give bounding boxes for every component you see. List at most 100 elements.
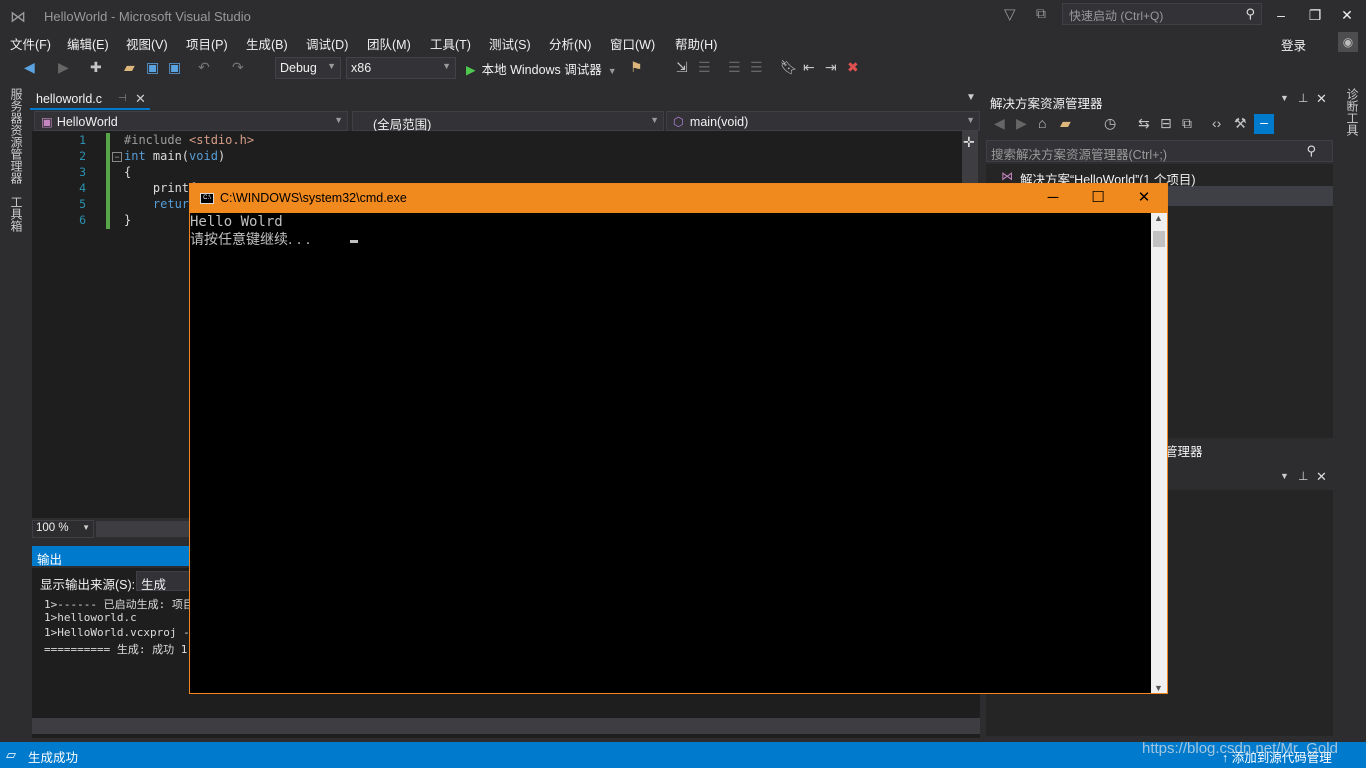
member-value: main(void) — [689, 115, 749, 129]
menu-test[interactable]: 测试(S) — [489, 34, 531, 53]
collapse-icon[interactable]: − — [112, 152, 122, 162]
save-all-icon[interactable]: ▣ — [168, 59, 181, 76]
menu-tools[interactable]: 工具(T) — [430, 34, 471, 53]
console-window[interactable]: C:\ C:\WINDOWS\system32\cmd.exe ─ ☐ ✕ He… — [189, 183, 1168, 694]
step-icon[interactable]: ⇲ — [676, 59, 688, 76]
notification-filter-icon[interactable]: ▽ — [1004, 5, 1016, 23]
forward-icon[interactable]: ▶ — [1016, 115, 1027, 132]
prev-bookmark-icon[interactable]: ⇤ — [803, 59, 815, 76]
visual-studio-logo-icon: ⋈ — [10, 9, 26, 26]
scope-select[interactable]: (全局范围) ▼ — [352, 111, 664, 132]
menu-team[interactable]: 团队(M) — [367, 34, 411, 53]
open-file-icon[interactable]: ▰ — [124, 59, 135, 76]
menu-window[interactable]: 窗口(W) — [610, 34, 655, 53]
console-output[interactable]: Hello Wolrd 请按任意键继续. . . — [190, 213, 1151, 693]
pin-icon[interactable]: ⊥ — [1298, 91, 1308, 105]
home-icon[interactable]: ⌂ — [1038, 115, 1046, 131]
output-horizontal-scrollbar[interactable] — [32, 718, 980, 734]
toolbox-tab[interactable]: 工具箱 — [8, 196, 25, 232]
status-text: 生成成功 — [28, 751, 79, 765]
console-title-bar[interactable]: C:\ C:\WINDOWS\system32\cmd.exe ─ ☐ ✕ — [190, 184, 1167, 213]
search-icon[interactable]: ⚲ — [1306, 143, 1316, 159]
properties-icon[interactable]: ⚒ — [1234, 115, 1247, 132]
start-debugging-button[interactable]: ▶ 本地 Windows 调试器 ▼ — [466, 59, 617, 78]
line-number: 5 — [79, 197, 86, 211]
undo-icon[interactable]: ↶ — [198, 59, 210, 76]
menu-build[interactable]: 生成(B) — [246, 34, 288, 53]
redo-icon[interactable]: ↷ — [232, 59, 244, 76]
menu-debug[interactable]: 调试(D) — [306, 34, 348, 53]
account-icon[interactable]: ◉ — [1338, 32, 1358, 52]
menu-project[interactable]: 项目(P) — [186, 34, 228, 53]
new-project-icon[interactable]: ✚ — [90, 59, 102, 76]
output-source-select[interactable]: 生成 — [136, 571, 190, 592]
search-icon[interactable]: ⚲ — [1245, 6, 1255, 22]
pin-icon[interactable]: ⊥ — [1298, 469, 1308, 483]
close-icon[interactable]: ✕ — [1316, 469, 1327, 485]
pending-changes-icon[interactable]: ◷ — [1104, 115, 1116, 132]
show-all-files-icon[interactable]: ⧉ — [1182, 115, 1192, 132]
navigate-forward-icon[interactable]: ▶ — [58, 59, 69, 76]
document-tab[interactable]: helloworld.c — [30, 89, 150, 110]
back-icon[interactable]: ◀ — [994, 115, 1005, 132]
solution-platform-select[interactable]: x86 ▼ — [346, 57, 456, 79]
menu-file[interactable]: 文件(F) — [10, 34, 51, 53]
close-icon[interactable]: ✕ — [1316, 91, 1327, 107]
indent-icon[interactable]: ☰ — [698, 59, 711, 76]
chevron-down-icon[interactable]: ▼ — [966, 92, 976, 103]
member-select[interactable]: ⬡ main(void) ▼ — [666, 111, 980, 131]
minimize-button[interactable]: – — [1267, 4, 1295, 26]
comment-icon[interactable]: ☰ — [728, 59, 741, 76]
split-icon[interactable]: ✛ — [963, 134, 975, 151]
solution-configuration-select[interactable]: Debug ▼ — [275, 57, 341, 79]
bookmark-icon[interactable]: 🔖︎ — [780, 59, 798, 76]
switch-views-icon[interactable]: ▰ — [1060, 115, 1071, 132]
menu-analyze[interactable]: 分析(N) — [549, 34, 591, 53]
chevron-down-icon: ▼ — [334, 115, 343, 125]
diagnostic-tools-tab[interactable]: 诊断工具 — [1344, 88, 1361, 136]
line-number: 1 — [79, 133, 86, 147]
save-icon[interactable]: ▣ — [146, 59, 159, 76]
chevron-down-icon[interactable]: ▼ — [608, 66, 617, 76]
uncomment-icon[interactable]: ☰ — [750, 59, 763, 76]
menu-view[interactable]: 视图(V) — [126, 34, 168, 53]
pin-icon[interactable]: ⊣ — [118, 93, 127, 104]
solution-explorer-search-input[interactable]: 搜索解决方案资源管理器(Ctrl+;) ⚲ — [986, 140, 1333, 162]
menu-edit[interactable]: 编辑(E) — [67, 34, 109, 53]
zoom-select[interactable]: 100 % ▼ — [32, 520, 94, 538]
close-button[interactable]: ✕ — [1333, 4, 1361, 26]
scroll-up-icon[interactable]: ▲ — [1154, 213, 1163, 223]
console-close-button[interactable]: ✕ — [1129, 187, 1159, 209]
preview-icon[interactable]: – — [1254, 114, 1274, 134]
console-vertical-scrollbar[interactable]: ▲ ▼ — [1151, 213, 1167, 693]
chevron-down-icon[interactable]: ▼ — [1280, 93, 1289, 103]
view-code-icon[interactable]: ‹› — [1212, 115, 1221, 131]
menu-help[interactable]: 帮助(H) — [675, 34, 717, 53]
run-label: 本地 Windows 调试器 — [481, 63, 602, 77]
sign-in-link[interactable]: 登录 — [1281, 35, 1306, 54]
console-line-1: Hello Wolrd — [190, 214, 283, 230]
attach-icon[interactable]: ⚑ — [630, 59, 643, 76]
chevron-down-icon: ▼ — [442, 61, 451, 71]
sync-icon[interactable]: ⇆ — [1138, 115, 1150, 132]
console-minimize-button[interactable]: ─ — [1038, 187, 1068, 209]
collapse-all-icon[interactable]: ⊟ — [1160, 115, 1172, 132]
feedback-icon[interactable]: ⧉ — [1036, 5, 1046, 22]
code-line-3: { — [124, 165, 132, 179]
next-bookmark-icon[interactable]: ⇥ — [825, 59, 837, 76]
console-maximize-button[interactable]: ☐ — [1083, 187, 1113, 209]
configuration-value: Debug — [280, 61, 317, 75]
project-select[interactable]: ▣ HelloWorld ▼ — [34, 111, 348, 131]
server-explorer-tab[interactable]: 服务器资源管理器 — [8, 88, 25, 184]
close-icon[interactable]: ✕ — [135, 91, 146, 107]
clear-bookmarks-icon[interactable]: ✖ — [847, 59, 859, 76]
chevron-down-icon[interactable]: ▼ — [1280, 471, 1289, 481]
output-panel-header[interactable]: 输出 — [32, 546, 189, 567]
console-scroll-thumb[interactable] — [1153, 231, 1165, 247]
quick-launch-input[interactable]: 快速启动 (Ctrl+Q) ⚲ — [1062, 3, 1262, 25]
right-tool-strip: 诊断工具 — [1336, 82, 1366, 742]
restore-button[interactable]: ❐ — [1301, 4, 1329, 26]
navigate-back-icon[interactable]: ◀ — [24, 59, 35, 76]
panel-tab-fragment[interactable]: 管理器 — [1165, 441, 1203, 460]
scroll-down-icon[interactable]: ▼ — [1154, 683, 1163, 693]
